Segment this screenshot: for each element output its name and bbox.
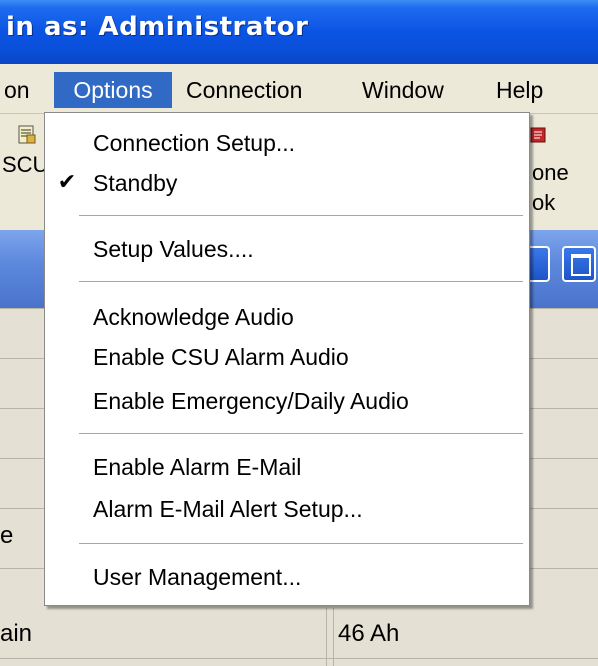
menu-separator <box>79 433 523 435</box>
menu-item-enable-csu-alarm-audio[interactable]: Enable CSU Alarm Audio <box>93 339 349 375</box>
menu-help[interactable]: Help <box>490 72 549 108</box>
window-title: in as: Administrator <box>6 12 309 42</box>
document-icon <box>18 125 36 144</box>
options-dropdown-menu: Connection Setup... ✔ Standby Setup Valu… <box>44 112 530 606</box>
title-bar[interactable]: in as: Administrator <box>0 0 598 64</box>
menu-item-enable-emergency-daily-audio[interactable]: Enable Emergency/Daily Audio <box>93 383 409 419</box>
menu-item-enable-alarm-email[interactable]: Enable Alarm E-Mail <box>93 449 301 485</box>
menu-bar: on Options Connection Window Help <box>0 64 598 114</box>
grid-cell-value: 46 Ah <box>338 620 400 647</box>
menu-item-setup-values[interactable]: Setup Values.... <box>93 231 254 267</box>
grid-cell-label: e <box>0 522 14 549</box>
menu-separator <box>79 543 523 545</box>
menu-separator <box>79 215 523 217</box>
menu-item-acknowledge-audio[interactable]: Acknowledge Audio <box>93 299 294 335</box>
menu-item-standby[interactable]: Standby <box>93 165 177 201</box>
menu-item-partial[interactable]: on <box>0 72 36 108</box>
minimize-button[interactable] <box>530 246 550 282</box>
toolbar-button-label-line1: one <box>532 160 569 185</box>
phone-book-icon <box>530 127 546 143</box>
grid-line <box>0 658 598 659</box>
maximize-icon <box>571 254 591 276</box>
menu-item-alarm-email-alert-setup[interactable]: Alarm E-Mail Alert Setup... <box>93 491 363 527</box>
toolbar-button-label: SCU <box>2 152 49 177</box>
grid-line <box>333 608 334 666</box>
menu-connection[interactable]: Connection <box>180 72 308 108</box>
menu-options[interactable]: Options <box>54 72 172 108</box>
maximize-button[interactable] <box>562 246 596 282</box>
menu-window[interactable]: Window <box>356 72 450 108</box>
checkmark-icon: ✔ <box>57 170 77 195</box>
menu-item-user-management[interactable]: User Management... <box>93 559 301 595</box>
toolbar-button-label-line2: ok <box>532 190 556 215</box>
menu-item-connection-setup[interactable]: Connection Setup... <box>93 125 295 161</box>
grid-cell-label: ain <box>0 620 33 647</box>
grid-line <box>326 608 327 666</box>
menu-separator <box>79 281 523 283</box>
